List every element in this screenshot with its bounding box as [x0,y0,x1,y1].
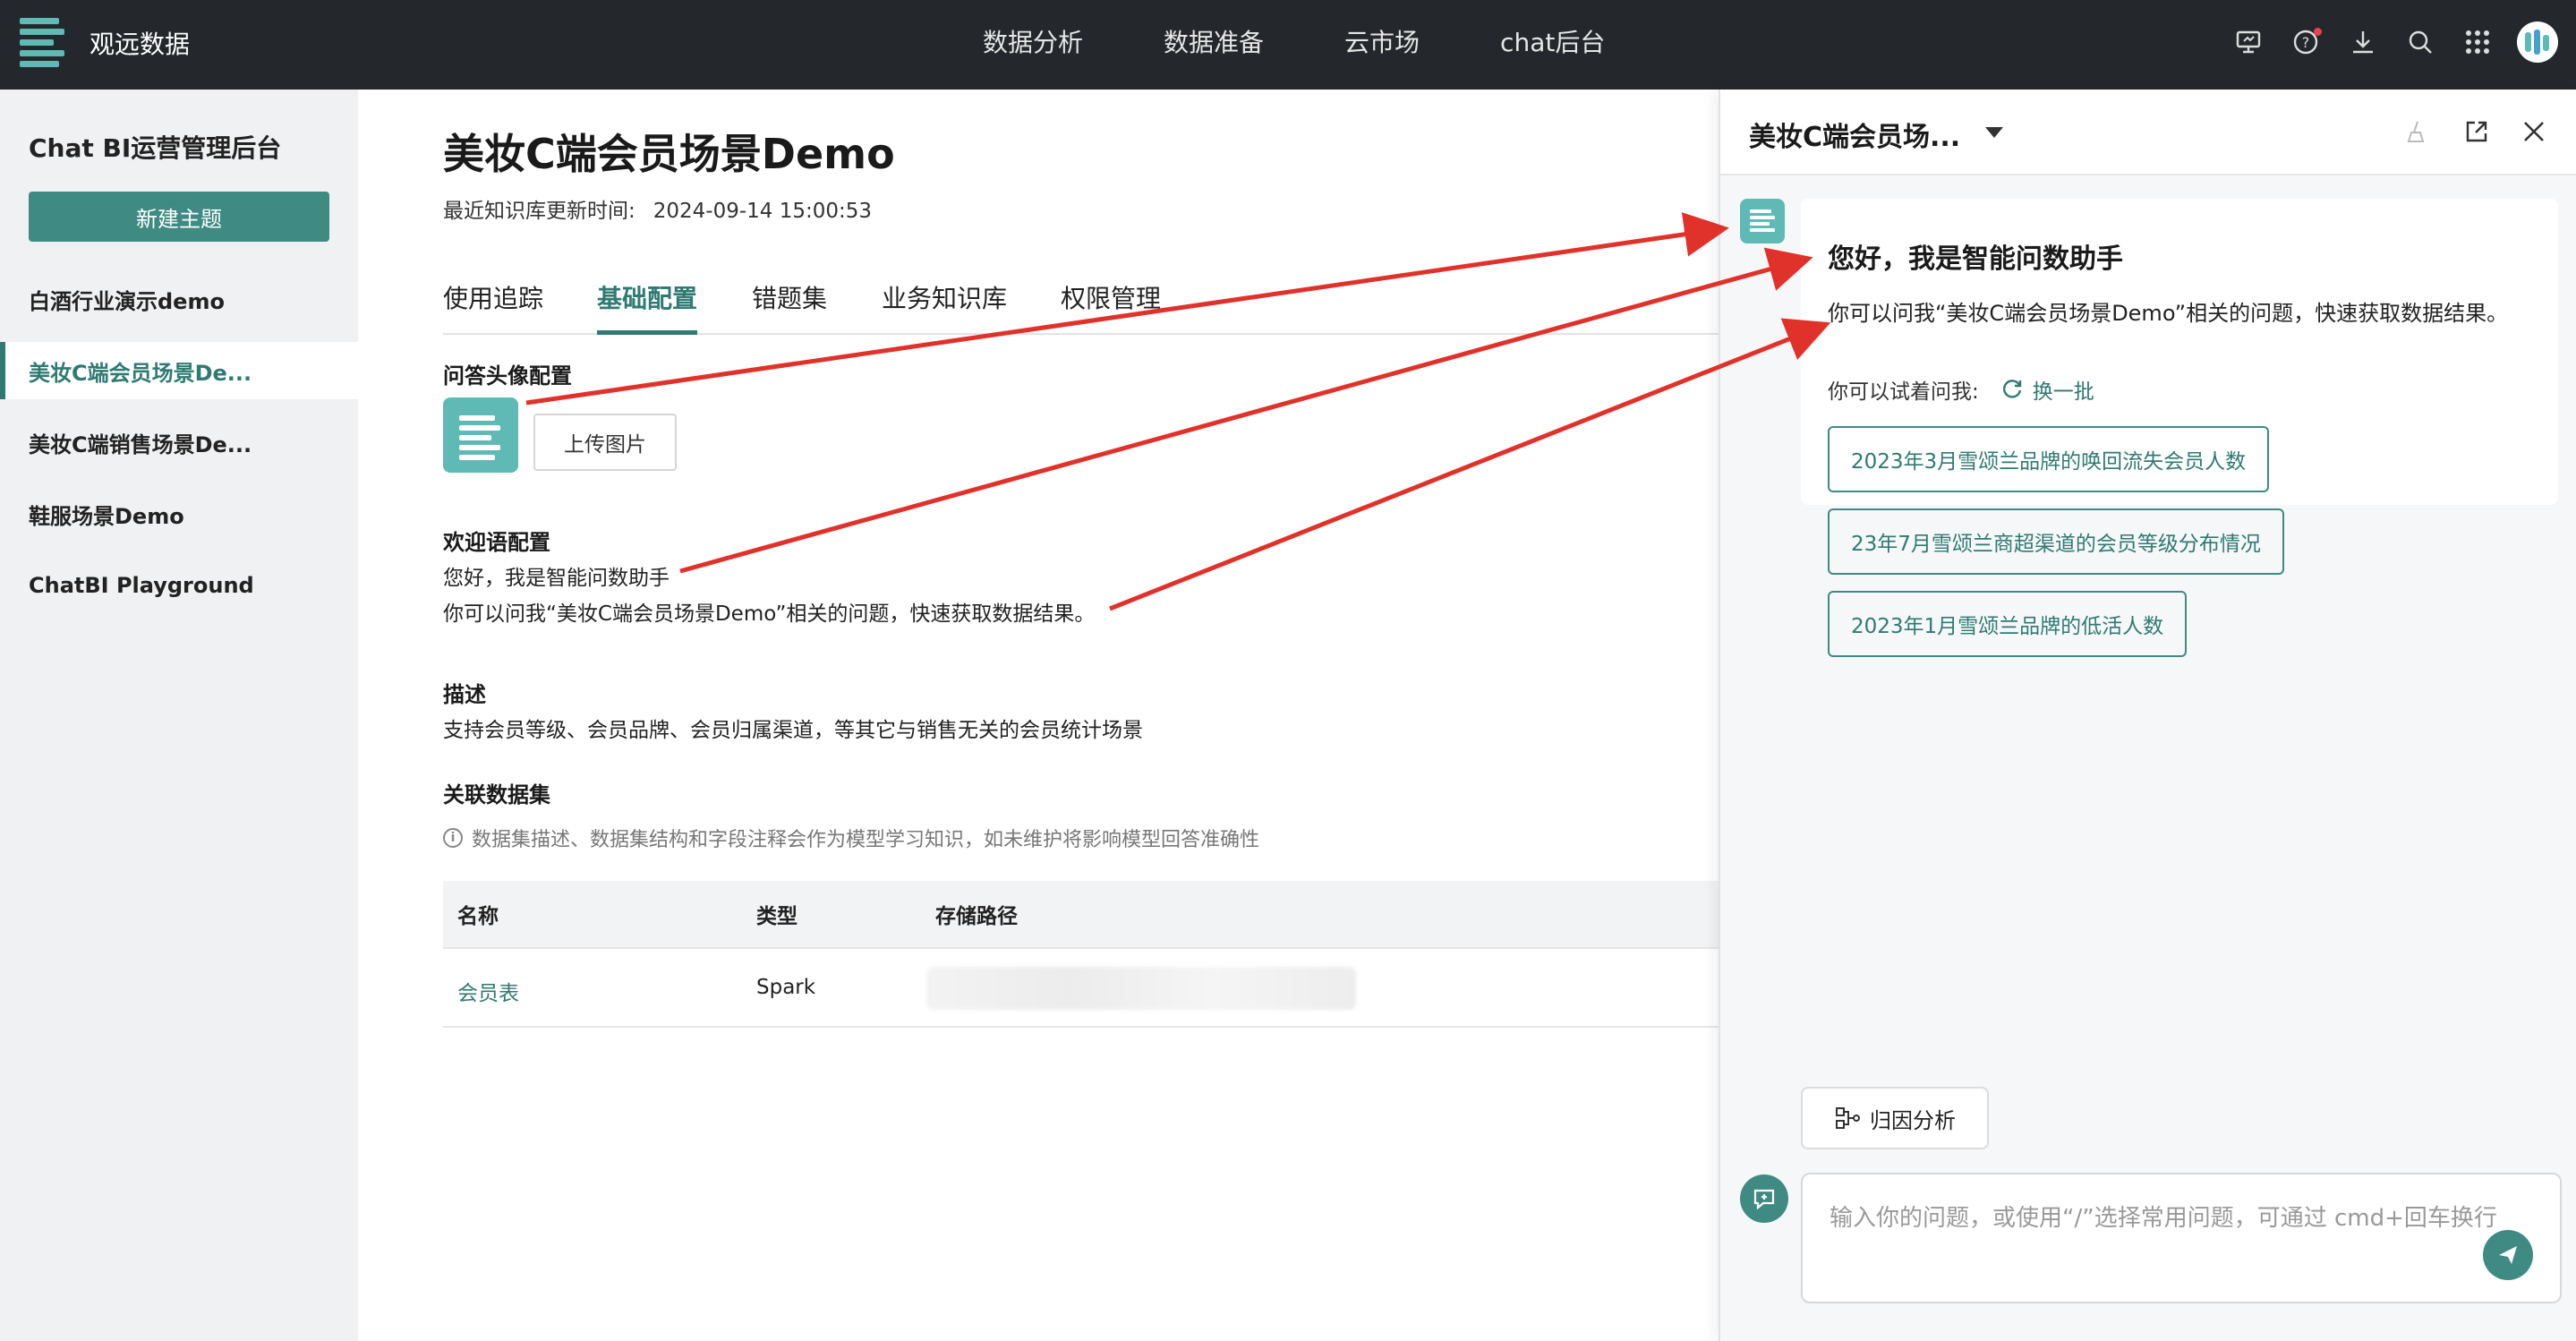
tab-error-set[interactable]: 错题集 [752,269,827,335]
help-icon[interactable]: ? [2288,24,2324,60]
welcome-message-bubble: 您好，我是智能问数助手 你可以问我“美妆C端会员场景Demo”相关的问题，快速获… [1801,199,2558,657]
table-header: 名称 类型 存储路径 [443,881,1719,947]
description-label: 描述 [443,682,486,707]
try-ask-row: 你可以试着问我: 换一批 [1828,374,2094,405]
avatar-config-label: 问答头像配置 [443,363,572,389]
table-row: 会员表 Spark [443,947,1719,1028]
panel-header: 美妆C端会员场... [1720,90,2576,175]
svg-text:?: ? [2302,34,2310,51]
tab-basic-config[interactable]: 基础配置 [597,269,698,335]
dataset-note: i 数据集描述、数据集结构和字段注释会作为模型学习知识，如未维护将影响模型回答准… [443,824,1259,852]
chat-input-placeholder: 输入你的问题，或使用“/”选择常用问题，可通过 cmd+回车换行 [1830,1205,2497,1232]
updated-label: 最近知识库更新时间: [443,200,635,223]
suggestion-chip[interactable]: 23年7月雪颂兰商超渠道的会员等级分布情况 [1828,508,2284,575]
main-content: 美妆C端会员场景Demo 最近知识库更新时间: 2024-09-14 15:00:… [358,90,1719,1341]
nav-cloud-market[interactable]: 云市场 [1344,23,1420,59]
welcome-intro: 你可以问我“美妆C端会员场景Demo”相关的问题，快速获取数据结果。 [1828,301,2509,326]
welcome-line-2: 你可以问我“美妆C端会员场景Demo”相关的问题，快速获取数据结果。 [443,602,1096,626]
tab-permissions[interactable]: 权限管理 [1061,269,1161,335]
notification-dot [2314,28,2322,36]
dataset-link[interactable]: 会员表 [457,976,519,1006]
page-title: 美妆C端会员场景Demo [443,130,895,178]
tree-icon [1836,1107,1860,1129]
open-external-icon[interactable] [2460,115,2494,149]
info-icon: i [443,828,463,848]
chevron-down-icon[interactable] [1985,127,2003,138]
col-type: 类型 [756,905,798,928]
qa-avatar-image [443,397,518,473]
nav-data-analysis[interactable]: 数据分析 [983,23,1083,59]
welcome-greeting: 您好，我是智能问数助手 [1828,243,2123,275]
sidebar-item-beauty-member[interactable]: 美妆C端会员场景De... [0,342,358,399]
monitor-icon[interactable] [2231,24,2266,60]
apps-grid-icon[interactable] [2460,24,2495,60]
attribution-analysis-button[interactable]: 归因分析 [1801,1087,1989,1149]
tab-knowledge-base[interactable]: 业务知识库 [882,269,1007,335]
updated-value: 2024-09-14 15:00:53 [653,200,873,223]
chat-preview-panel: 美妆C端会员场... 您好，我是智能问数助手 你可以问我“美妆C端会员场景Dem… [1719,90,2576,1341]
col-name: 名称 [457,905,499,928]
refresh-icon [2002,380,2021,398]
sidebar-item-playground[interactable]: ChatBI Playground [0,557,358,614]
upload-image-button[interactable]: 上传图片 [533,414,677,471]
tab-usage-tracking[interactable]: 使用追踪 [443,269,543,335]
suggestion-chip[interactable]: 2023年3月雪颂兰品牌的唤回流失会员人数 [1828,426,2270,492]
kb-updated-time: 最近知识库更新时间: 2024-09-14 15:00:53 [443,193,872,224]
download-icon[interactable] [2345,24,2381,60]
main-nav: 数据分析 数据准备 云市场 chat后台 [983,23,1685,59]
attribution-label: 归因分析 [1870,1107,1956,1133]
new-topic-button[interactable]: 新建主题 [29,192,329,242]
try-ask-label: 你可以试着问我: [1828,380,1979,404]
sidebar-item-baijiu[interactable]: 白酒行业演示demo [0,270,358,328]
welcome-config-label: 欢迎语配置 [443,530,550,555]
panel-title[interactable]: 美妆C端会员场... [1749,115,1960,154]
description-text: 支持会员等级、会员品牌、会员归属渠道，等其它与销售无关的会员统计场景 [443,719,1143,742]
search-icon[interactable] [2402,24,2438,60]
refresh-suggestions[interactable]: 换一批 [2000,374,2094,405]
top-navigation-bar: 观远数据 数据分析 数据准备 云市场 chat后台 ? [0,0,2576,90]
new-chat-icon[interactable] [1740,1174,1788,1223]
blurred-storage-path [926,967,1356,1010]
dataset-type: Spark [756,976,816,999]
welcome-line-1: 您好，我是智能问数助手 [443,567,670,590]
bot-avatar-icon [1740,199,1785,243]
col-path: 存储路径 [935,905,1018,928]
top-icons: ? [2209,21,2558,63]
dataset-table: 名称 类型 存储路径 会员表 Spark [443,881,1719,1028]
dataset-note-text: 数据集描述、数据集结构和字段注释会作为模型学习知识，如未维护将影响模型回答准确性 [472,829,1260,851]
suggestion-chip[interactable]: 2023年1月雪颂兰品牌的低活人数 [1828,591,2188,657]
nav-chat-admin[interactable]: chat后台 [1500,23,1605,59]
sidebar-item-apparel[interactable]: 鞋服场景Demo [0,485,358,542]
user-avatar[interactable] [2517,21,2558,63]
dataset-label: 关联数据集 [443,782,550,807]
refresh-label: 换一批 [2032,380,2094,404]
config-tabs: 使用追踪 基础配置 错题集 业务知识库 权限管理 [443,269,1719,335]
nav-data-prep[interactable]: 数据准备 [1164,23,1264,59]
logo-icon[interactable] [20,18,66,68]
chat-input[interactable]: 输入你的问题，或使用“/”选择常用问题，可通过 cmd+回车换行 [1801,1173,2562,1303]
sidebar: Chat BI运营管理后台 新建主题 白酒行业演示demo 美妆C端会员场景De… [0,90,358,1341]
sidebar-title: Chat BI运营管理后台 [29,133,282,163]
send-button[interactable] [2483,1230,2533,1280]
sidebar-item-beauty-sales[interactable]: 美妆C端销售场景De... [0,414,358,471]
send-icon [2499,1246,2517,1264]
clear-broom-icon[interactable] [2399,115,2433,149]
brand-name: 观远数据 [90,30,191,59]
close-icon[interactable] [2517,115,2551,149]
